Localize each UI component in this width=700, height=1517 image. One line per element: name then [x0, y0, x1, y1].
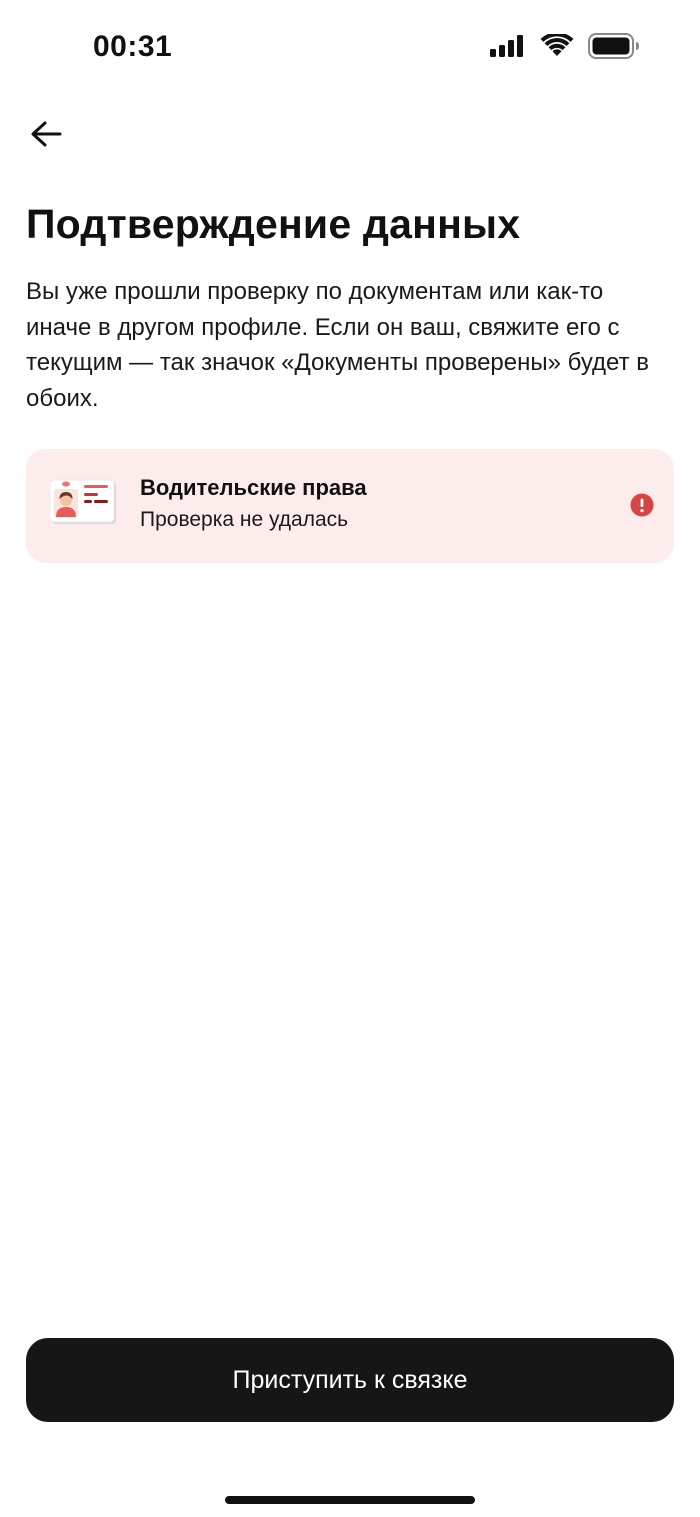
wifi-icon: [540, 34, 574, 56]
arrow-left-icon: [31, 121, 62, 147]
battery-icon: [588, 33, 639, 59]
error-alert-icon: [630, 493, 654, 517]
status-bar: 00:31: [0, 0, 700, 96]
document-card-driver-license[interactable]: Водительские права Проверка не удалась: [26, 449, 674, 563]
back-button[interactable]: [22, 110, 70, 158]
document-card-status: Проверка не удалась: [140, 508, 349, 531]
home-indicator: [225, 1496, 475, 1504]
document-card-title: Водительские права: [140, 475, 367, 500]
start-linking-button[interactable]: Приступить к связке: [26, 1338, 674, 1422]
page-description: Вы уже прошли проверку по документам или…: [26, 278, 650, 412]
cellular-signal-icon: [490, 35, 523, 57]
status-time: 00:31: [93, 30, 173, 63]
driver-license-icon: [50, 479, 116, 524]
page-title: Подтверждение данных: [26, 201, 521, 247]
status-icons: [490, 33, 640, 59]
